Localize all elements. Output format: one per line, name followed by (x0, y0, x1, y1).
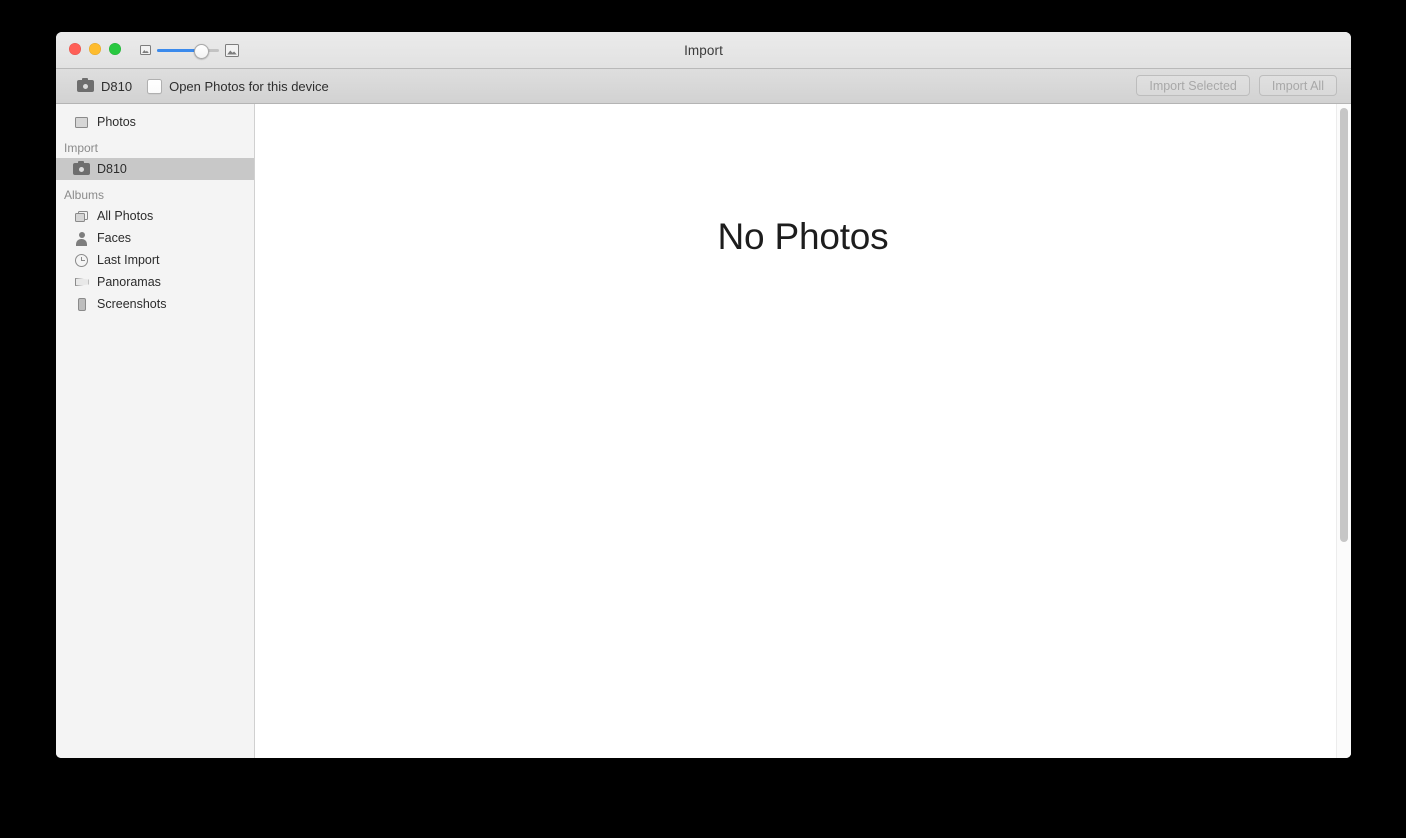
import-buttons-group: Import Selected Import All (1136, 75, 1337, 96)
close-button[interactable] (69, 43, 81, 55)
sidebar-section-albums: Albums (64, 187, 105, 202)
camera-icon (77, 78, 94, 92)
large-photo-icon (225, 43, 239, 57)
minimize-button[interactable] (89, 43, 101, 55)
sidebar-item-faces[interactable]: Faces (56, 227, 254, 249)
sidebar-item-last-import[interactable]: Last Import (56, 249, 254, 271)
scrollbar-thumb[interactable] (1340, 108, 1348, 542)
vertical-scrollbar[interactable] (1336, 104, 1351, 758)
camera-icon (73, 161, 90, 177)
maximize-button[interactable] (109, 43, 121, 55)
sidebar-item-panoramas[interactable]: Panoramas (56, 271, 254, 293)
sidebar-section-import: Import (64, 140, 99, 155)
open-photos-checkbox[interactable]: Open Photos for this device (147, 78, 329, 94)
open-photos-label: Open Photos for this device (169, 78, 329, 94)
window-body: Photos Import D810 Albums All Photos Fac… (56, 104, 1351, 758)
sidebar-item-photos[interactable]: Photos (56, 111, 254, 133)
sidebar-item-label: Photos (97, 115, 136, 129)
slider-knob[interactable] (193, 43, 209, 59)
device-name-label: D810 (101, 78, 133, 94)
sidebar-item-label: Last Import (97, 253, 160, 267)
sidebar-item-label: D810 (97, 162, 127, 176)
sidebar-item-label: All Photos (97, 209, 154, 223)
window-titlebar: Import (56, 32, 1351, 69)
desktop-background: Import D810 Open Photos for this device … (0, 0, 1406, 838)
small-photo-icon (140, 45, 151, 55)
clock-icon (74, 253, 89, 268)
sidebar-item-label: Panoramas (97, 275, 161, 289)
sidebar-item-label: Faces (97, 231, 132, 245)
sidebar-item-screenshots[interactable]: Screenshots (56, 293, 254, 315)
sidebar: Photos Import D810 Albums All Photos Fac… (56, 104, 255, 758)
empty-state-message: No Photos (717, 216, 889, 257)
traffic-light-buttons (69, 43, 121, 55)
sidebar-item-all-photos[interactable]: All Photos (56, 205, 254, 227)
photos-icon (74, 115, 89, 130)
sidebar-item-d810[interactable]: D810 (56, 158, 254, 180)
import-window: Import D810 Open Photos for this device … (56, 32, 1351, 758)
import-selected-button[interactable]: Import Selected (1136, 75, 1250, 96)
photo-grid-area: No Photos (255, 104, 1351, 758)
thumbnail-size-slider[interactable] (140, 42, 239, 59)
checkbox-box[interactable] (147, 78, 163, 94)
sidebar-item-label: Screenshots (97, 297, 167, 311)
window-title: Import (684, 42, 723, 58)
device-indicator: D810 (77, 78, 133, 94)
slider-track[interactable] (157, 43, 219, 59)
all-photos-icon (74, 209, 89, 224)
faces-icon (74, 231, 89, 246)
panorama-icon (74, 275, 89, 290)
import-toolbar: D810 Open Photos for this device Import … (56, 69, 1351, 104)
import-all-button[interactable]: Import All (1258, 75, 1337, 96)
screenshots-icon (74, 297, 89, 312)
